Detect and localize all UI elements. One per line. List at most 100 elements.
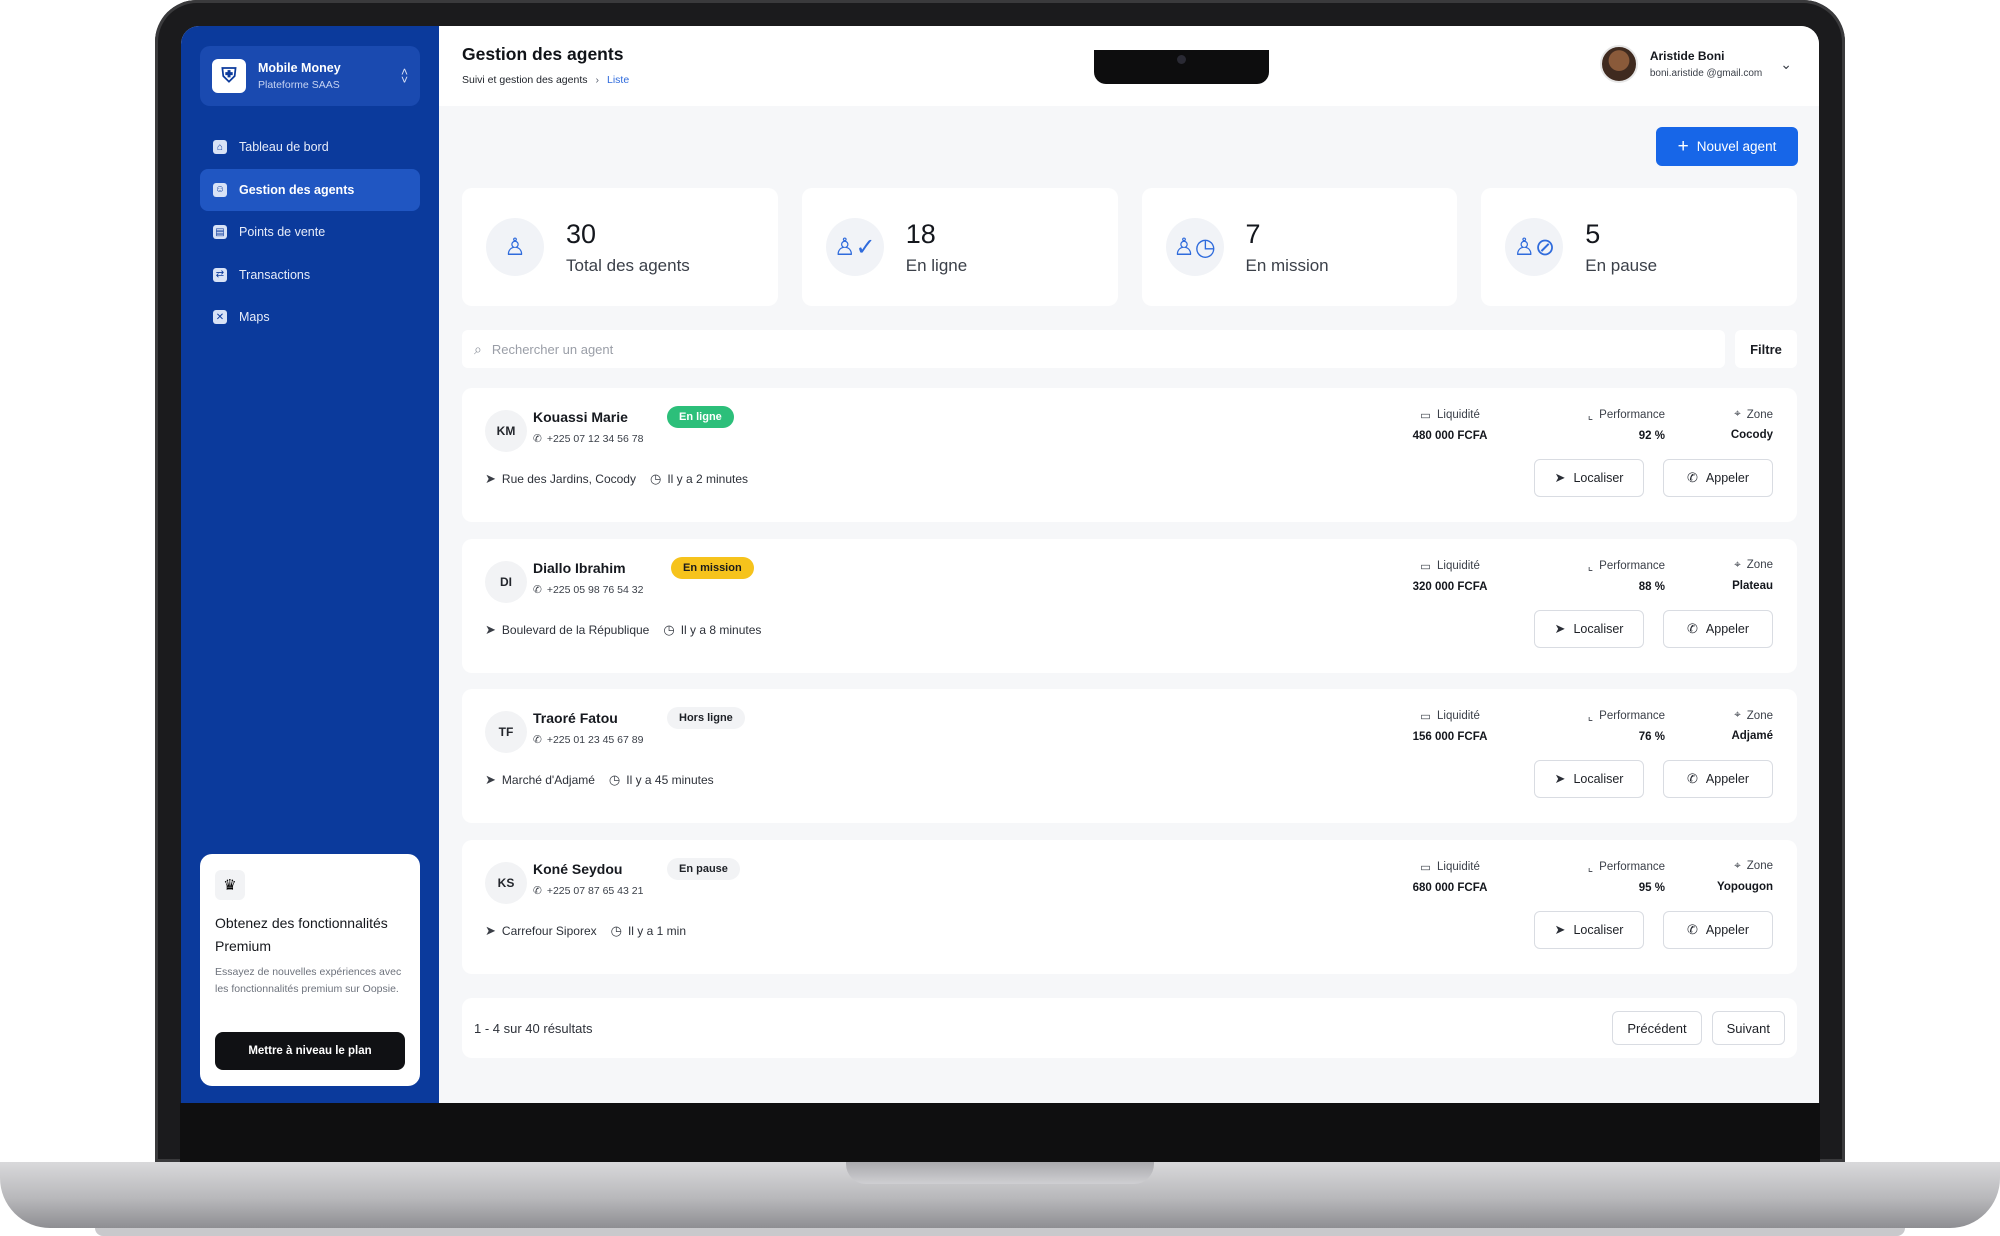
upgrade-plan-button[interactable]: Mettre à niveau le plan xyxy=(215,1032,405,1070)
user-menu[interactable]: Aristide Boni boni.aristide @gmail.com ⌄ xyxy=(1599,45,1792,83)
navigation-icon: ➤ xyxy=(1554,620,1566,636)
chart-icon: ⌞ xyxy=(1587,711,1594,723)
call-label: Appeler xyxy=(1705,471,1749,485)
sidebar-item-transactions[interactable]: ⇄ Transactions xyxy=(200,254,420,296)
agent-card: KS Koné Seydou En pause ✆ +225 07 87 65 4… xyxy=(462,839,1797,974)
search-input[interactable] xyxy=(491,341,1725,357)
clock-icon: ◷ xyxy=(608,772,621,787)
sidebar-item-points-of-sale[interactable]: ▤ Points de vente xyxy=(200,211,420,253)
stat-card-pause: ♙⊘ 5 En pause xyxy=(1481,188,1797,306)
locate-button[interactable]: ➤ Localiser xyxy=(1534,910,1644,949)
kpi-label: Performance xyxy=(1599,559,1665,572)
kpi-label: Zone xyxy=(1746,709,1773,722)
kpi-value: 95 % xyxy=(1638,881,1665,894)
call-button[interactable]: ✆ Appeler xyxy=(1663,459,1773,497)
phone-icon: ✆ xyxy=(1687,921,1698,937)
agent-last-seen-text: Il y a 1 min xyxy=(627,923,686,938)
laptop-groove xyxy=(846,1162,1154,1184)
map-pin-icon: ⌖ xyxy=(1734,859,1741,872)
map-pin-icon: ⌖ xyxy=(1734,709,1741,721)
kpi-label: Performance xyxy=(1599,710,1665,722)
agent-name: Traoré Fatou xyxy=(533,710,618,726)
previous-page-button[interactable]: Précédent xyxy=(1612,1011,1702,1045)
kpi-value: 156 000 FCFA xyxy=(1412,731,1488,743)
stat-label: En pause xyxy=(1585,255,1658,275)
agent-address-text: Boulevard de la République xyxy=(501,622,650,637)
navigation-icon: ➤ xyxy=(485,922,496,938)
kpi-performance: ⌞ Performance 88 % xyxy=(1525,559,1665,593)
kpi-zone: ⌖ Zone Yopougon xyxy=(1665,860,1773,894)
avatar xyxy=(1599,45,1638,83)
locate-label: Localiser xyxy=(1573,772,1624,786)
search-row: ⌕ Filtre xyxy=(462,330,1797,368)
status-badge: En pause xyxy=(667,857,740,880)
agent-kpis: ▭ Liquidité 680 000 FCFA ⌞ Performance 95 % … xyxy=(1375,860,1773,894)
sidebar-item-maps[interactable]: ✕ Maps xyxy=(200,296,420,338)
kpi-zone: ⌖ Zone Adjamé xyxy=(1665,709,1773,743)
agent-kpis: ▭ Liquidité 320 000 FCFA ⌞ Performance 88 % … xyxy=(1375,559,1773,593)
agent-last-seen: ◷ Il y a 1 min xyxy=(611,923,686,939)
sidebar-item-label: Maps xyxy=(239,310,270,325)
user-email: boni.aristide @gmail.com xyxy=(1649,68,1763,79)
kpi-label: Liquidité xyxy=(1437,710,1480,722)
call-button[interactable]: ✆ Appeler xyxy=(1663,609,1773,648)
stat-label: En ligne xyxy=(905,255,968,275)
brand-subtitle: Plateforme SAAS xyxy=(258,79,340,91)
new-agent-button[interactable]: + Nouvel agent xyxy=(1656,127,1798,166)
agent-card: DI Diallo Ibrahim En mission ✆ +225 05 98… xyxy=(462,538,1797,673)
search-icon: ⌕ xyxy=(474,340,482,357)
stat-card-online: ♙✓ 18 En ligne xyxy=(801,188,1118,306)
agent-initials: DI xyxy=(485,560,527,603)
main-content: Gestion des agents Suivi et gestion des … xyxy=(439,26,1819,1103)
agent-name: Kouassi Marie xyxy=(533,409,628,425)
agent-actions: ➤ Localiser ✆ Appeler xyxy=(1534,910,1773,949)
navigation-icon: ➤ xyxy=(485,621,496,637)
clock-icon: ◷ xyxy=(610,922,622,938)
clock-icon: ◷ xyxy=(649,471,662,486)
wallet-icon: ▭ xyxy=(1420,711,1432,723)
phone-icon: ✆ xyxy=(533,433,542,445)
agent-meta: ➤ Rue des Jardins, Cocody ◷ Il y a 2 minut… xyxy=(485,471,748,487)
sidebar-item-agents[interactable]: ☺ Gestion des agents xyxy=(200,168,420,211)
locate-button[interactable]: ➤ Localiser xyxy=(1534,609,1644,648)
kpi-zone: ⌖ Zone Cocody xyxy=(1665,408,1773,442)
laptop-mockup: ⛨ Mobile Money Plateforme SAAS ˄ ˅ ⌂ Tabl… xyxy=(0,0,2000,1236)
locate-button[interactable]: ➤ Localiser xyxy=(1534,459,1644,497)
sidebar-item-label: Tableau de bord xyxy=(239,140,329,154)
agent-last-seen-text: Il y a 45 minutes xyxy=(626,773,714,787)
breadcrumb-item[interactable]: Suivi et gestion des agents xyxy=(462,74,588,86)
sidebar-item-dashboard[interactable]: ⌂ Tableau de bord xyxy=(200,126,420,168)
agent-phone: ✆ +225 07 87 65 43 21 xyxy=(533,885,643,897)
kpi-label: Liquidité xyxy=(1437,860,1480,873)
call-button[interactable]: ✆ Appeler xyxy=(1663,910,1773,949)
clock-icon: ◷ xyxy=(663,621,675,637)
kpi-value: 76 % xyxy=(1638,731,1665,743)
agent-phone-number: +225 07 12 34 56 78 xyxy=(546,433,644,445)
kpi-value: 320 000 FCFA xyxy=(1412,580,1488,593)
kpi-label: Zone xyxy=(1746,559,1773,571)
call-label: Appeler xyxy=(1705,772,1749,786)
agent-meta: ➤ Carrefour Siporex ◷ Il y a 1 min xyxy=(485,923,686,939)
camera-icon xyxy=(1177,55,1186,64)
agent-last-seen: ◷ Il y a 2 minutes xyxy=(650,471,748,487)
premium-title: Obtenez des fonctionnalités Premium xyxy=(215,915,388,954)
search-box: ⌕ xyxy=(462,330,1725,368)
stat-text: 5 En pause xyxy=(1585,219,1657,276)
map-pin-icon: ⌖ xyxy=(1734,558,1741,571)
kpi-head: ⌞ Performance xyxy=(1525,408,1665,422)
filter-button[interactable]: Filtre xyxy=(1735,330,1797,368)
agent-initials: KS xyxy=(485,861,527,904)
next-page-button[interactable]: Suivant xyxy=(1711,1011,1785,1045)
locate-button[interactable]: ➤ Localiser xyxy=(1534,760,1644,798)
stats-row: ♙ 30 Total des agents ♙✓ 18 En ligne ♙◷ xyxy=(462,188,1797,306)
stat-label: Total des agents xyxy=(566,255,690,275)
agent-phone-number: +225 07 87 65 43 21 xyxy=(546,884,644,897)
laptop-bezel xyxy=(180,1103,1820,1162)
phone-icon: ✆ xyxy=(1687,620,1698,636)
kpi-label: Liquidité xyxy=(1437,559,1480,572)
chart-icon: ⌞ xyxy=(1587,410,1594,422)
kpi-performance: ⌞ Performance 95 % xyxy=(1525,860,1665,894)
workspace-switcher[interactable]: ⛨ Mobile Money Plateforme SAAS ˄ ˅ xyxy=(200,46,420,106)
call-button[interactable]: ✆ Appeler xyxy=(1663,760,1773,798)
sidebar-item-label: Transactions xyxy=(239,267,311,282)
